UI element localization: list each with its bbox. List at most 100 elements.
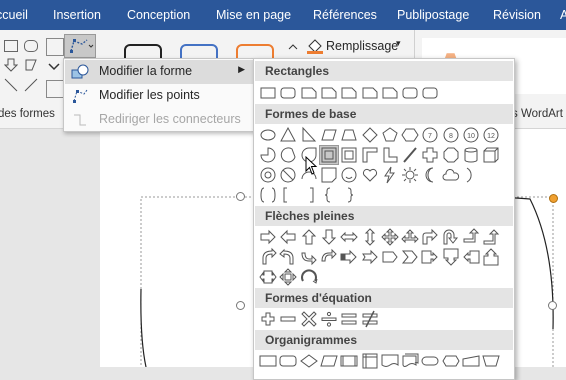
adjust-handle[interactable] bbox=[549, 194, 558, 203]
basic-shape-r2-1[interactable] bbox=[258, 145, 278, 165]
menu-item-change-shape[interactable]: Modifier la forme ▶ bbox=[65, 60, 253, 84]
pentagon-icon[interactable] bbox=[24, 58, 38, 72]
rectangle-shape-9[interactable] bbox=[420, 83, 440, 103]
basic-shape-9[interactable]: 7 bbox=[420, 125, 440, 145]
block-arrow-6[interactable] bbox=[360, 227, 380, 247]
block-arrow-r2-11[interactable] bbox=[461, 247, 481, 267]
scroll-up-icon[interactable] bbox=[286, 40, 300, 54]
basic-shape-r3-4[interactable] bbox=[319, 165, 339, 185]
resize-handle-top-left[interactable] bbox=[236, 192, 245, 201]
basic-shape-r2-11[interactable] bbox=[461, 145, 481, 165]
scroll-up-button[interactable] bbox=[46, 38, 64, 56]
flowchart-shape-1[interactable] bbox=[258, 351, 278, 371]
basic-shape-r4-2[interactable] bbox=[278, 185, 298, 205]
basic-shape-r3-6[interactable] bbox=[360, 165, 380, 185]
flowchart-shape-6[interactable] bbox=[360, 351, 380, 371]
block-arrow-5[interactable] bbox=[339, 227, 359, 247]
flowchart-shape-11[interactable] bbox=[461, 351, 481, 371]
basic-shape-r2-8[interactable] bbox=[400, 145, 420, 165]
block-arrow-r3-1[interactable] bbox=[258, 267, 278, 287]
basic-shape-r4-3[interactable] bbox=[299, 185, 319, 205]
block-arrow-r2-7[interactable] bbox=[380, 247, 400, 267]
flowchart-shape-2[interactable] bbox=[278, 351, 298, 371]
flowchart-shape-7[interactable] bbox=[380, 351, 400, 371]
rectangle-shape-8[interactable] bbox=[400, 83, 420, 103]
block-arrow-r2-1[interactable] bbox=[258, 247, 278, 267]
block-arrow-11[interactable] bbox=[461, 227, 481, 247]
basic-shape-r4-1[interactable] bbox=[258, 185, 278, 205]
chevron-down-icon[interactable] bbox=[46, 58, 62, 74]
rectangle-shape-2[interactable] bbox=[278, 83, 298, 103]
rectangle-icon[interactable] bbox=[4, 40, 18, 52]
basic-shape-6[interactable] bbox=[360, 125, 380, 145]
block-arrow-7[interactable] bbox=[380, 227, 400, 247]
flowchart-shape-4[interactable] bbox=[319, 351, 339, 371]
basic-shape-r2-7[interactable] bbox=[380, 145, 400, 165]
block-arrow-12[interactable] bbox=[481, 227, 501, 247]
block-arrow-1[interactable] bbox=[258, 227, 278, 247]
basic-shape-3[interactable] bbox=[299, 125, 319, 145]
basic-shape-r3-8[interactable] bbox=[400, 165, 420, 185]
block-arrow-r2-5[interactable] bbox=[339, 247, 359, 267]
rectangle-shape-5[interactable] bbox=[339, 83, 359, 103]
block-arrow-9[interactable] bbox=[420, 227, 440, 247]
equation-shape-2[interactable] bbox=[278, 309, 298, 329]
basic-shape-r2-10[interactable] bbox=[441, 145, 461, 165]
basic-shape-2[interactable] bbox=[278, 125, 298, 145]
block-arrow-8[interactable] bbox=[400, 227, 420, 247]
menu-item-edit-points[interactable]: Modifier les points bbox=[65, 84, 253, 108]
basic-shape-4[interactable] bbox=[319, 125, 339, 145]
flowchart-shape-5[interactable] bbox=[339, 351, 359, 371]
basic-shape-12[interactable]: 12 bbox=[481, 125, 501, 145]
arrow-down-icon[interactable] bbox=[4, 58, 18, 72]
rectangle-shape-1[interactable] bbox=[258, 83, 278, 103]
basic-shape-r4-4[interactable] bbox=[319, 185, 339, 205]
basic-shape-r4-5[interactable] bbox=[339, 185, 359, 205]
flowchart-shape-8[interactable] bbox=[400, 351, 420, 371]
flowchart-shape-12[interactable] bbox=[481, 351, 501, 371]
basic-shape-r3-7[interactable] bbox=[380, 165, 400, 185]
equation-shape-4[interactable] bbox=[319, 309, 339, 329]
line-icon[interactable] bbox=[4, 78, 18, 92]
rectangle-shape-7[interactable] bbox=[380, 83, 400, 103]
rectangle-shape-4[interactable] bbox=[319, 83, 339, 103]
rectangle-shape-6[interactable] bbox=[360, 83, 380, 103]
rounded-rectangle-icon[interactable] bbox=[24, 40, 38, 52]
rectangle-shape-3[interactable] bbox=[299, 83, 319, 103]
basic-shape-7[interactable] bbox=[380, 125, 400, 145]
line-icon-2[interactable] bbox=[24, 78, 38, 92]
basic-shape-r2-4[interactable] bbox=[318, 145, 339, 165]
equation-shape-5[interactable] bbox=[339, 309, 359, 329]
flowchart-shape-9[interactable] bbox=[420, 351, 440, 371]
tab-accueil[interactable]: ccueil bbox=[0, 0, 28, 30]
flowchart-shape-3[interactable] bbox=[299, 351, 319, 371]
basic-shape-10[interactable]: 8 bbox=[441, 125, 461, 145]
basic-shape-r2-2[interactable] bbox=[278, 145, 298, 165]
block-arrow-r3-3[interactable] bbox=[299, 267, 319, 287]
equation-shape-6[interactable] bbox=[360, 309, 380, 329]
tab-references[interactable]: Références bbox=[313, 0, 377, 30]
equation-shape-1[interactable] bbox=[258, 309, 278, 329]
block-arrow-r3-2[interactable] bbox=[278, 267, 298, 287]
basic-shape-r3-10[interactable] bbox=[441, 165, 461, 185]
shape-fill-button[interactable]: Remplissage ▾ bbox=[306, 36, 406, 56]
edit-shape-button[interactable] bbox=[64, 34, 96, 58]
block-arrow-r2-10[interactable] bbox=[441, 247, 461, 267]
block-arrow-r2-2[interactable] bbox=[278, 247, 298, 267]
block-arrow-r2-6[interactable] bbox=[360, 247, 380, 267]
basic-shape-r3-2[interactable] bbox=[278, 165, 298, 185]
more-shapes-button[interactable] bbox=[46, 80, 64, 98]
resize-handle-right[interactable] bbox=[548, 301, 557, 310]
tab-conception[interactable]: Conception bbox=[127, 0, 190, 30]
basic-shape-r3-11[interactable] bbox=[461, 165, 481, 185]
basic-shape-r2-6[interactable] bbox=[360, 145, 380, 165]
basic-shape-r3-9[interactable] bbox=[420, 165, 440, 185]
block-arrow-r2-12[interactable] bbox=[481, 247, 501, 267]
resize-handle-left[interactable] bbox=[236, 301, 245, 310]
block-arrow-r2-4[interactable] bbox=[319, 247, 339, 267]
basic-shape-11[interactable]: 10 bbox=[461, 125, 481, 145]
block-arrow-4[interactable] bbox=[319, 227, 339, 247]
basic-shape-r2-5[interactable] bbox=[339, 145, 359, 165]
basic-shape-5[interactable] bbox=[339, 125, 359, 145]
block-arrow-r2-8[interactable] bbox=[400, 247, 420, 267]
